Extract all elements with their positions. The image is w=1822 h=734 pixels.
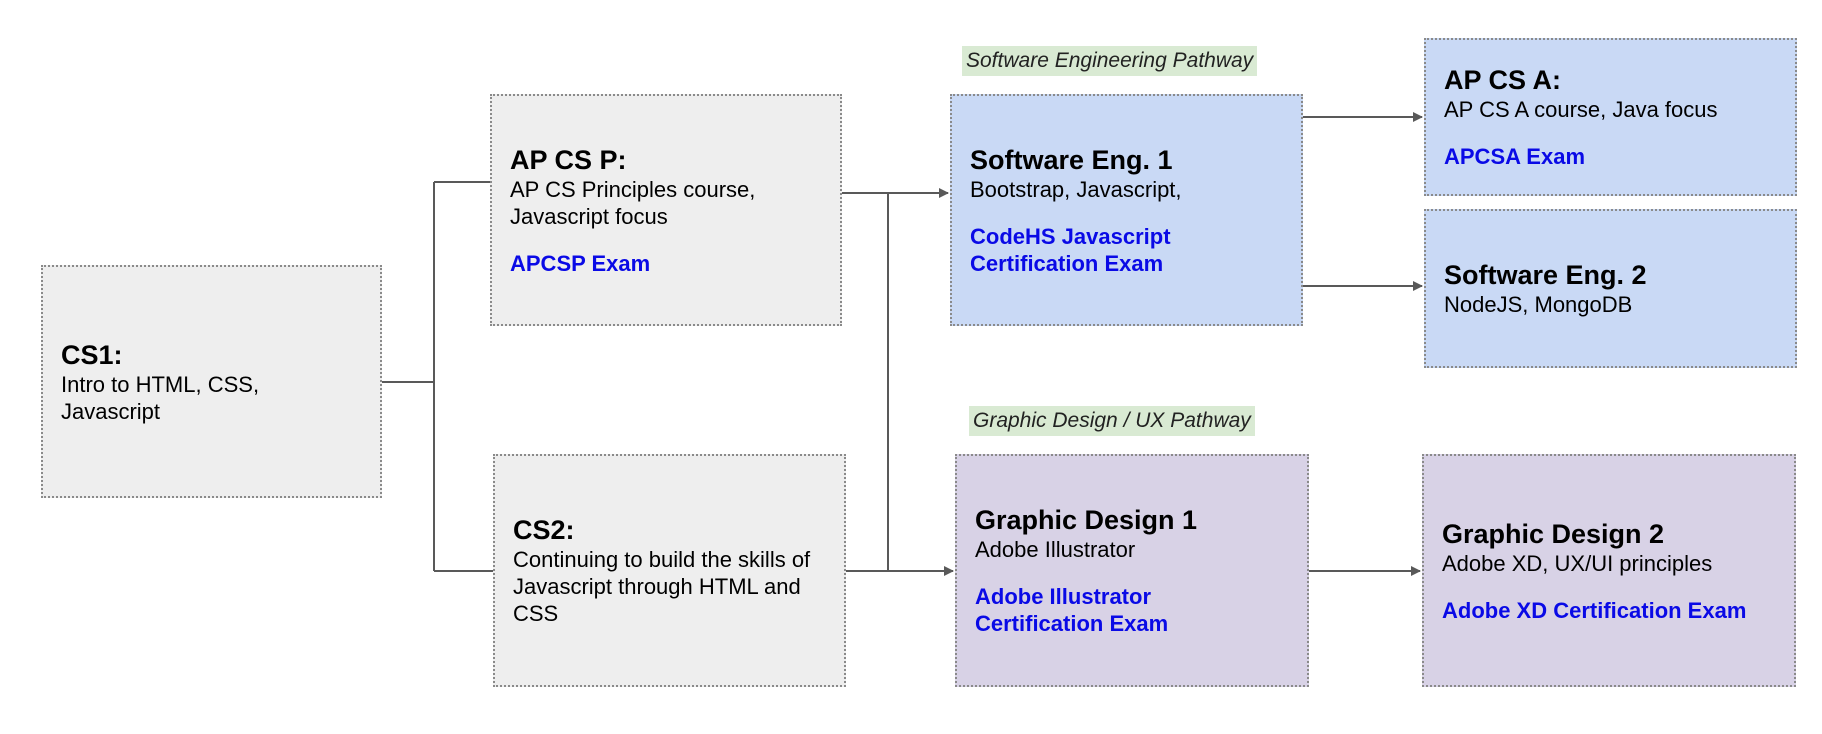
course-apcsa: AP CS A: AP CS A course, Java focus APCS… [1424, 38, 1797, 196]
course-title: Graphic Design 1 [975, 505, 1198, 535]
course-description: Bootstrap, Javascript, [970, 176, 1182, 202]
course-description: Continuing to build the skills of Javasc… [513, 547, 811, 626]
course-exam: Adobe XD Certification Exam [1442, 597, 1747, 623]
pathway-label-graphic: Graphic Design / UX Pathway [969, 406, 1255, 436]
course-description: AP CS Principles course, Javascript focu… [510, 176, 756, 229]
course-description: Intro to HTML, CSS, Javascript [61, 371, 260, 424]
course-description: AP CS A course, Java focus [1444, 97, 1718, 122]
course-graphic-design-1: Graphic Design 1 Adobe Illustrator Adobe… [955, 454, 1309, 687]
course-title: AP CS A: [1444, 65, 1562, 95]
course-title: Software Eng. 1 [970, 144, 1173, 175]
course-graphic-design-2: Graphic Design 2 Adobe XD, UX/UI princip… [1422, 454, 1796, 687]
course-title: CS1: [61, 339, 123, 370]
course-cs2: CS2: Continuing to build the skills of J… [493, 454, 846, 687]
course-apcsp: AP CS P: AP CS Principles course, Javasc… [490, 94, 842, 326]
course-description: Adobe Illustrator [975, 537, 1136, 562]
course-software-eng-2: Software Eng. 2 NodeJS, MongoDB [1424, 209, 1797, 368]
course-exam: APCSP Exam [510, 250, 651, 276]
course-exam: CodeHS Javascript Certification Exam [970, 223, 1171, 276]
course-title: Graphic Design 2 [1442, 518, 1665, 549]
pathway-label-software: Software Engineering Pathway [962, 46, 1258, 76]
course-title: Software Eng. 2 [1444, 260, 1647, 290]
course-title: AP CS P: [510, 144, 627, 175]
course-description: NodeJS, MongoDB [1444, 292, 1633, 317]
course-cs1: CS1: Intro to HTML, CSS, Javascript [41, 265, 382, 498]
course-exam: APCSA Exam [1444, 144, 1586, 169]
course-exam: Adobe Illustrator Certification Exam [975, 584, 1169, 636]
course-software-eng-1: Software Eng. 1 Bootstrap, Javascript, C… [950, 94, 1303, 326]
course-description: Adobe XD, UX/UI principles [1442, 550, 1713, 576]
course-title: CS2: [513, 515, 575, 545]
